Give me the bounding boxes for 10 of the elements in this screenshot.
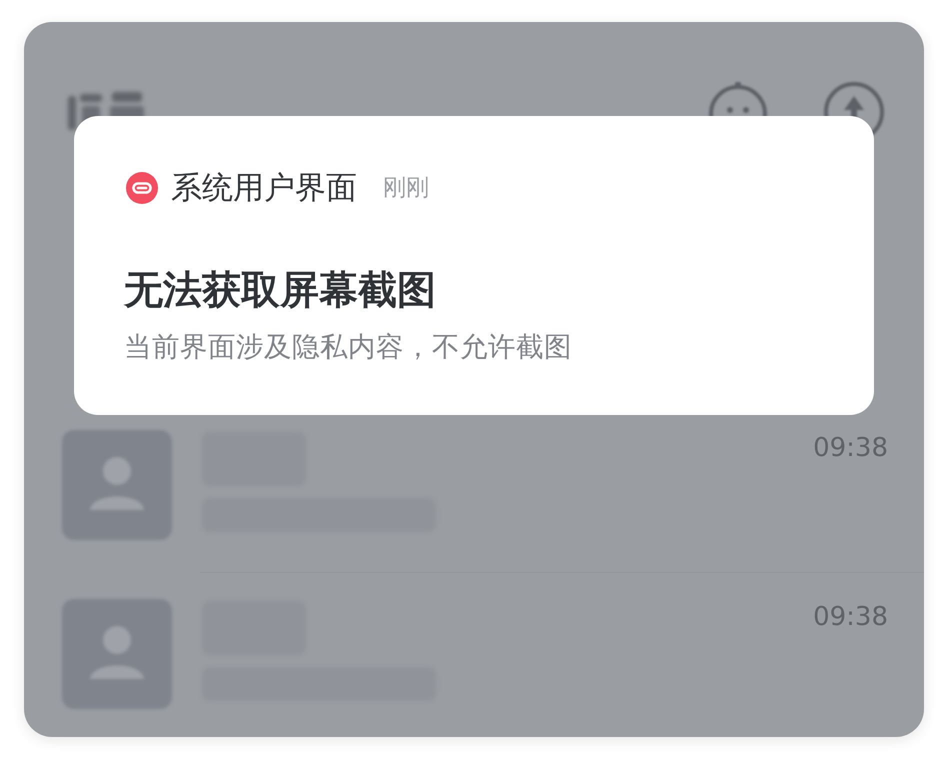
app-name: 系统用户界面	[171, 169, 357, 208]
avatar-icon	[62, 599, 172, 709]
message-time: 09:38	[813, 432, 888, 465]
notification-message: 当前界面涉及隐私内容，不允许截图	[124, 330, 572, 365]
avatar-icon	[62, 430, 172, 540]
notification-card[interactable]: 系统用户界面 刚刚 无法获取屏幕截图 当前界面涉及隐私内容，不允许截图	[74, 116, 874, 415]
link-icon	[126, 172, 158, 204]
message-time: 09:38	[813, 601, 888, 634]
notification-time: 刚刚	[383, 174, 429, 203]
notification-title: 无法获取屏幕截图	[124, 267, 436, 315]
